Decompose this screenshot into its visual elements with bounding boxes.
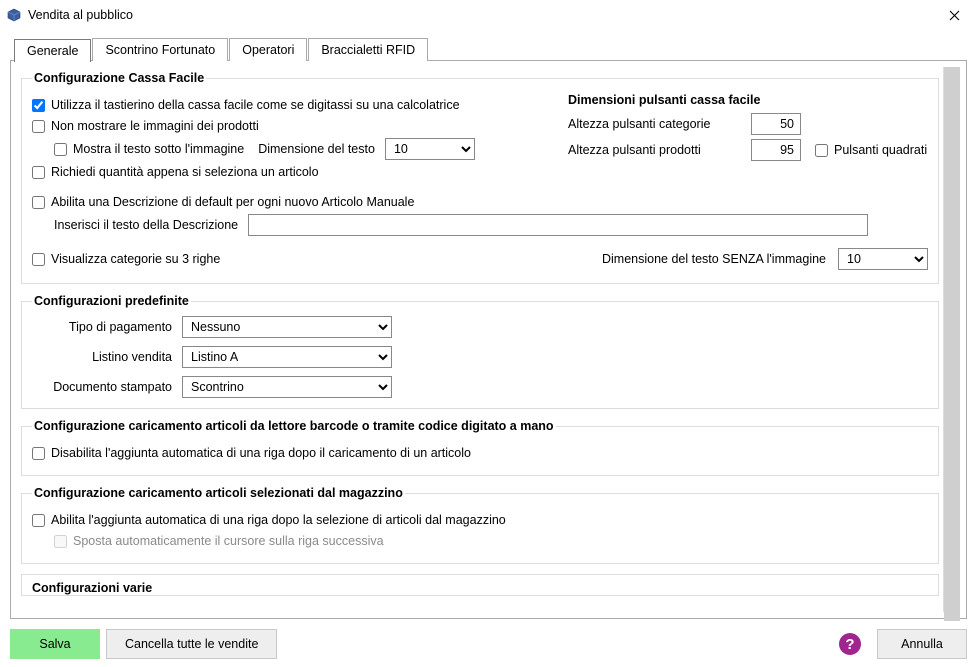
save-button[interactable]: Salva [10,629,100,659]
desc-input[interactable] [248,214,868,236]
listino-label: Listino vendita [32,350,182,364]
cancel-button[interactable]: Annulla [877,629,967,659]
pay-type-label: Tipo di pagamento [32,320,182,334]
chk-text-under-image[interactable]: Mostra il testo sotto l'immagine [54,142,244,156]
chk-require-qty[interactable]: Richiedi quantità appena si seleziona un… [32,165,319,179]
text-size-label: Dimensione del testo [258,142,375,156]
chk-enable-default-desc-label: Abilita una Descrizione di default per o… [51,195,414,209]
group-cassa-facile-legend: Configurazione Cassa Facile [32,71,206,85]
tab-generale[interactable]: Generale [14,39,91,62]
group-varie: Configurazioni varie [21,574,939,596]
chk-square-buttons-label: Pulsanti quadrati [834,143,927,157]
dim-prod-input[interactable] [751,139,801,161]
text-size-noimg-select[interactable]: 10 [838,248,928,270]
help-icon[interactable]: ? [839,633,861,655]
text-size-select[interactable]: 10 [385,138,475,160]
chk-square-buttons[interactable]: Pulsanti quadrati [815,143,928,157]
tab-scontrino-fortunato[interactable]: Scontrino Fortunato [92,38,228,61]
listino-select[interactable]: Listino A [182,346,392,368]
pay-type-select[interactable]: Nessuno [182,316,392,338]
group-varie-legend: Configurazioni varie [32,581,152,595]
chk-disable-auto-row[interactable]: Disabilita l'aggiunta automatica di una … [32,446,471,460]
group-predefinite: Configurazioni predefinite Tipo di pagam… [21,294,939,409]
chk-move-cursor-next: Sposta automaticamente il cursore sulla … [54,534,384,548]
tabs-bar: Generale Scontrino Fortunato Operatori B… [14,38,967,61]
group-magazzino-legend: Configurazione caricamento articoli sele… [32,486,405,500]
chk-move-cursor-next-label: Sposta automaticamente il cursore sulla … [73,534,384,548]
dim-prod-label: Altezza pulsanti prodotti [568,143,743,157]
chk-use-calc[interactable]: Utilizza il tastierino della cassa facil… [32,98,460,112]
vertical-scrollbar[interactable] [943,67,960,612]
group-barcode: Configurazione caricamento articoli da l… [21,419,939,476]
chk-enable-default-desc[interactable]: Abilita una Descrizione di default per o… [32,195,414,209]
chk-no-images[interactable]: Non mostrare le immagini dei prodotti [32,119,259,133]
tab-page-generale: Configurazione Cassa Facile Utilizza il … [10,60,967,619]
tab-operatori[interactable]: Operatori [229,38,307,61]
tab-braccialetti-rfid[interactable]: Braccialetti RFID [308,38,428,61]
chk-text-under-image-label: Mostra il testo sotto l'immagine [73,142,244,156]
titlebar: Vendita al pubblico [0,0,977,30]
chk-categories-3rows-label: Visualizza categorie su 3 righe [51,252,220,266]
chk-enable-auto-row-mag-label: Abilita l'aggiunta automatica di una rig… [51,513,506,527]
dim-cat-label: Altezza pulsanti categorie [568,117,743,131]
desc-input-label: Inserisci il testo della Descrizione [54,218,238,232]
doc-label: Documento stampato [32,380,182,394]
chk-categories-3rows[interactable]: Visualizza categorie su 3 righe [32,252,220,266]
footer: Salva Cancella tutte le vendite ? Annull… [0,621,977,667]
dim-cat-input[interactable] [751,113,801,135]
close-icon[interactable] [931,0,977,30]
group-cassa-facile: Configurazione Cassa Facile Utilizza il … [21,71,939,284]
text-size-noimg-label: Dimensione del testo SENZA l'immagine [602,252,826,266]
app-icon [6,7,22,23]
group-barcode-legend: Configurazione caricamento articoli da l… [32,419,556,433]
scrollbar-thumb[interactable] [944,67,960,632]
doc-select[interactable]: Scontrino [182,376,392,398]
chk-disable-auto-row-label: Disabilita l'aggiunta automatica di una … [51,446,471,460]
chk-require-qty-label: Richiedi quantità appena si seleziona un… [51,165,319,179]
chk-no-images-label: Non mostrare le immagini dei prodotti [51,119,259,133]
dim-buttons-legend: Dimensioni pulsanti cassa facile [568,93,928,107]
group-magazzino: Configurazione caricamento articoli sele… [21,486,939,564]
group-predefinite-legend: Configurazioni predefinite [32,294,191,308]
cancel-all-sales-button[interactable]: Cancella tutte le vendite [106,629,277,659]
chk-enable-auto-row-mag[interactable]: Abilita l'aggiunta automatica di una rig… [32,513,506,527]
chk-use-calc-label: Utilizza il tastierino della cassa facil… [51,98,460,112]
window-title: Vendita al pubblico [28,8,133,22]
